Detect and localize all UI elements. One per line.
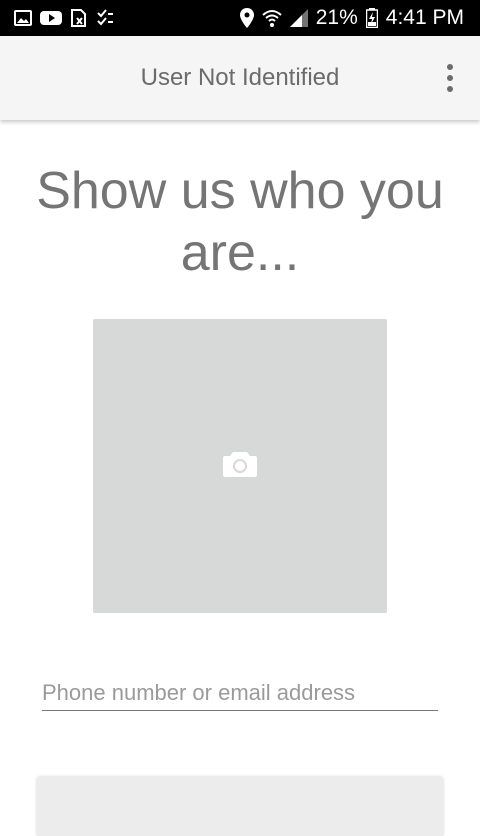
status-bar: 21% 4:41 PM xyxy=(0,0,480,36)
continue-button[interactable] xyxy=(37,776,443,836)
wifi-icon xyxy=(262,8,282,28)
youtube-icon xyxy=(40,10,62,26)
signal-icon xyxy=(289,9,308,27)
app-bar-title: User Not Identified xyxy=(140,64,340,91)
location-icon xyxy=(239,8,254,28)
contact-input[interactable] xyxy=(42,676,438,711)
page-heading: Show us who you are... xyxy=(36,162,444,282)
camera-icon xyxy=(222,450,258,483)
overflow-menu-button[interactable] xyxy=(442,64,458,92)
photo-capture-area[interactable] xyxy=(93,319,387,613)
clock: 4:41 PM xyxy=(385,6,464,29)
battery-percentage: 21% xyxy=(315,6,358,29)
more-vert-icon xyxy=(447,64,453,70)
app-bar: User Not Identified xyxy=(0,36,480,120)
system-status: 21% 4:41 PM xyxy=(239,0,464,36)
notification-icons xyxy=(14,0,114,36)
checklist-icon xyxy=(96,9,114,27)
sim-x-icon xyxy=(70,9,88,27)
battery-icon xyxy=(365,8,378,28)
gallery-icon xyxy=(14,10,32,26)
